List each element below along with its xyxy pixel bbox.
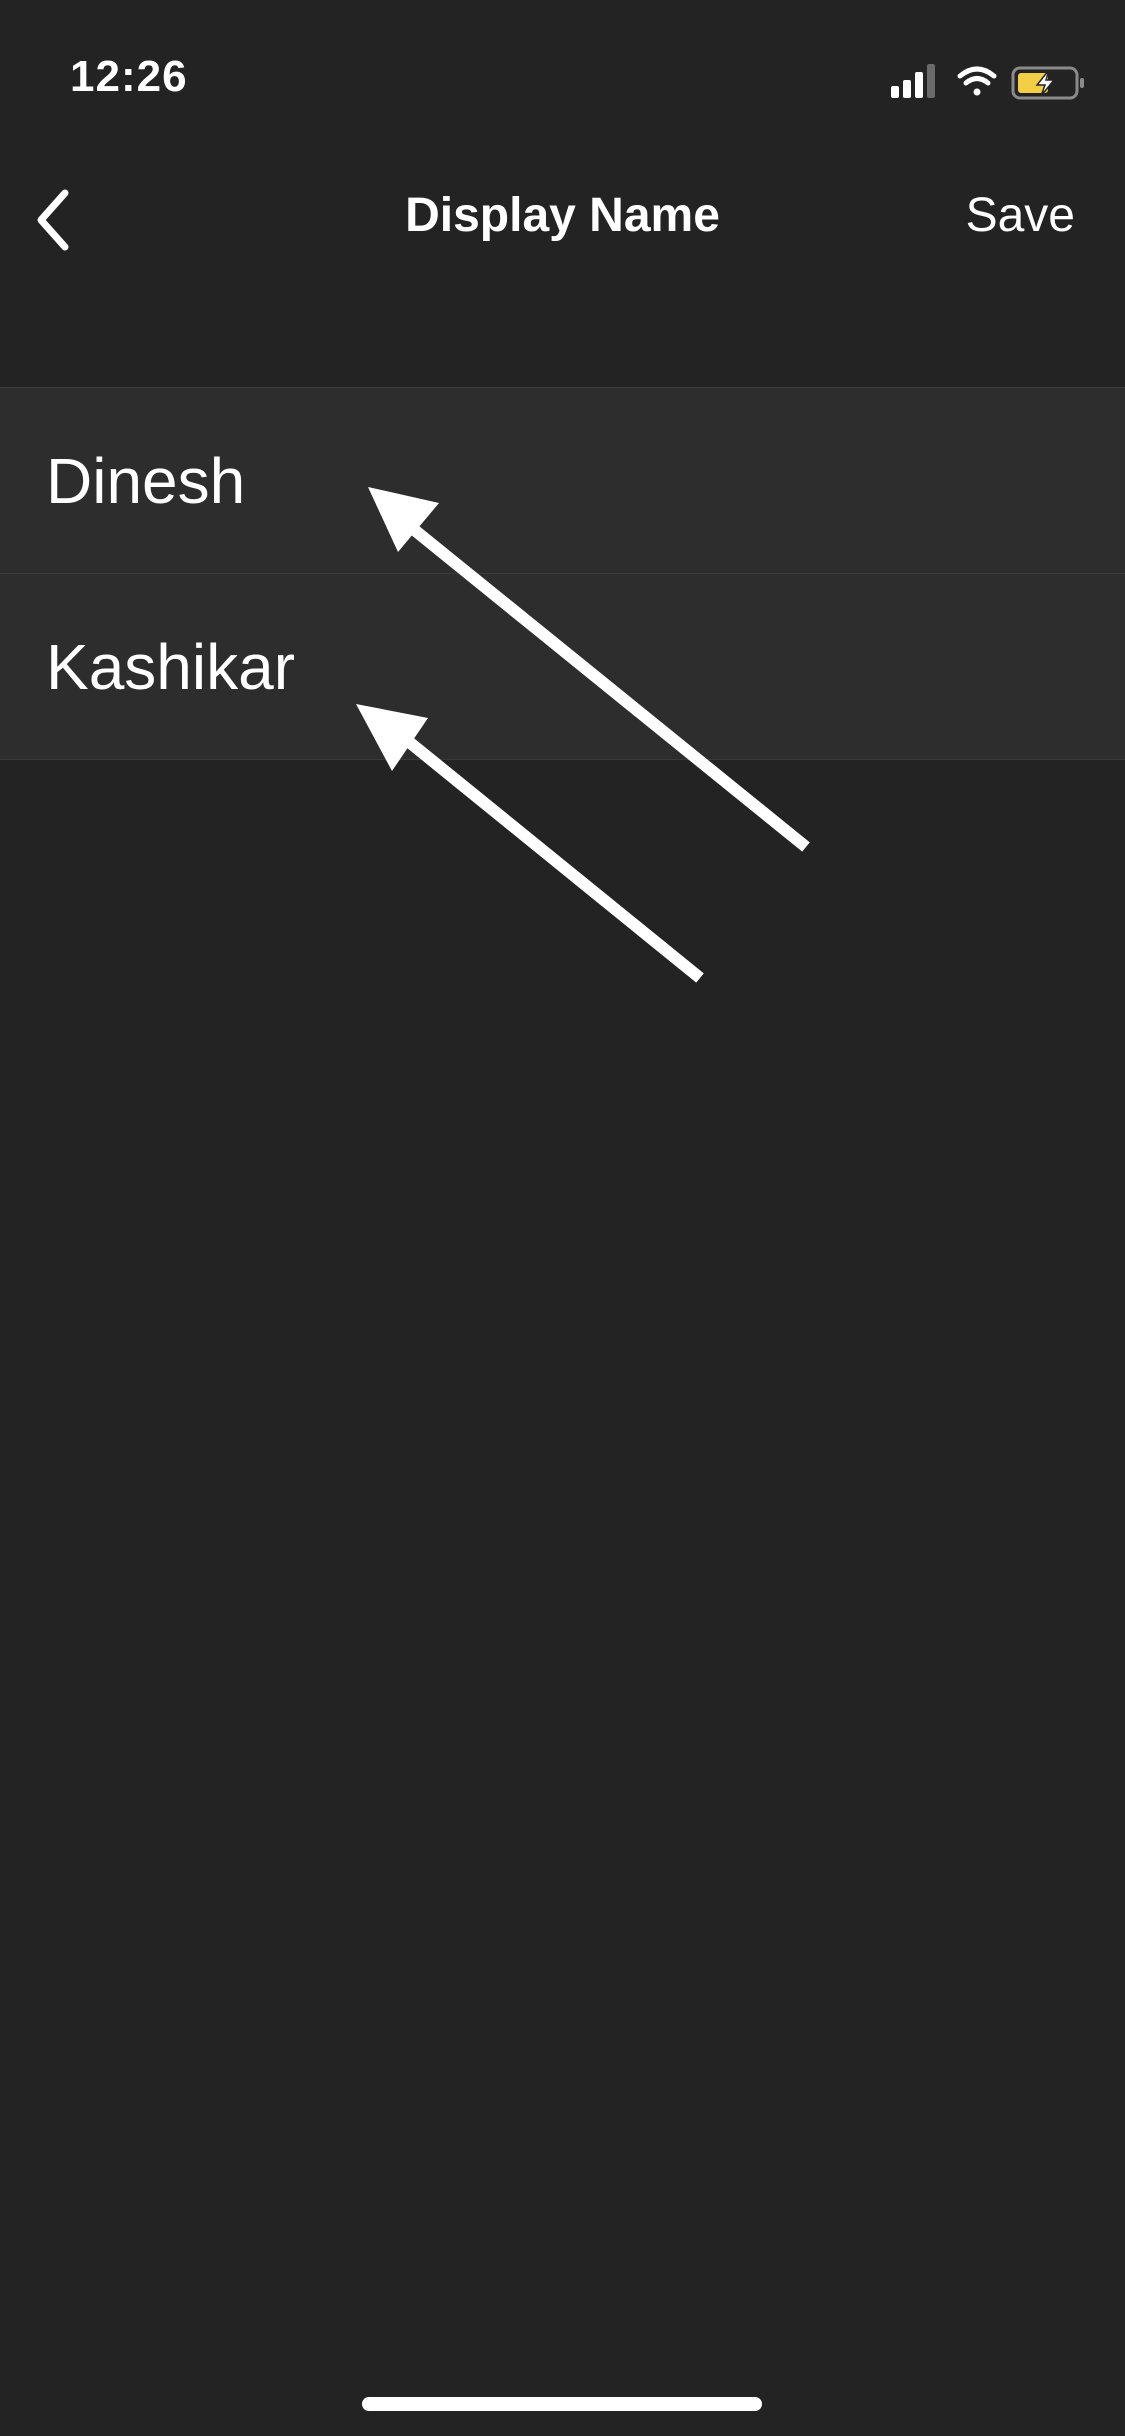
home-indicator[interactable] xyxy=(362,2397,762,2411)
annotation-layer xyxy=(356,487,810,983)
status-time: 12:26 xyxy=(70,52,188,101)
last-name-field[interactable] xyxy=(46,629,1046,704)
nav-bar: Display Name Save xyxy=(0,150,1125,285)
save-button[interactable]: Save xyxy=(966,188,1075,243)
name-field-group xyxy=(0,387,1125,760)
cellular-signal-icon xyxy=(891,64,935,98)
page-title: Display Name xyxy=(405,189,720,242)
first-name-row xyxy=(0,388,1125,574)
status-bar: 12:26 xyxy=(0,0,1125,150)
status-icons xyxy=(891,64,1084,100)
wifi-icon xyxy=(957,66,997,96)
battery-charging-icon xyxy=(1011,66,1084,100)
first-name-field[interactable] xyxy=(46,443,1046,518)
last-name-row xyxy=(0,574,1125,760)
